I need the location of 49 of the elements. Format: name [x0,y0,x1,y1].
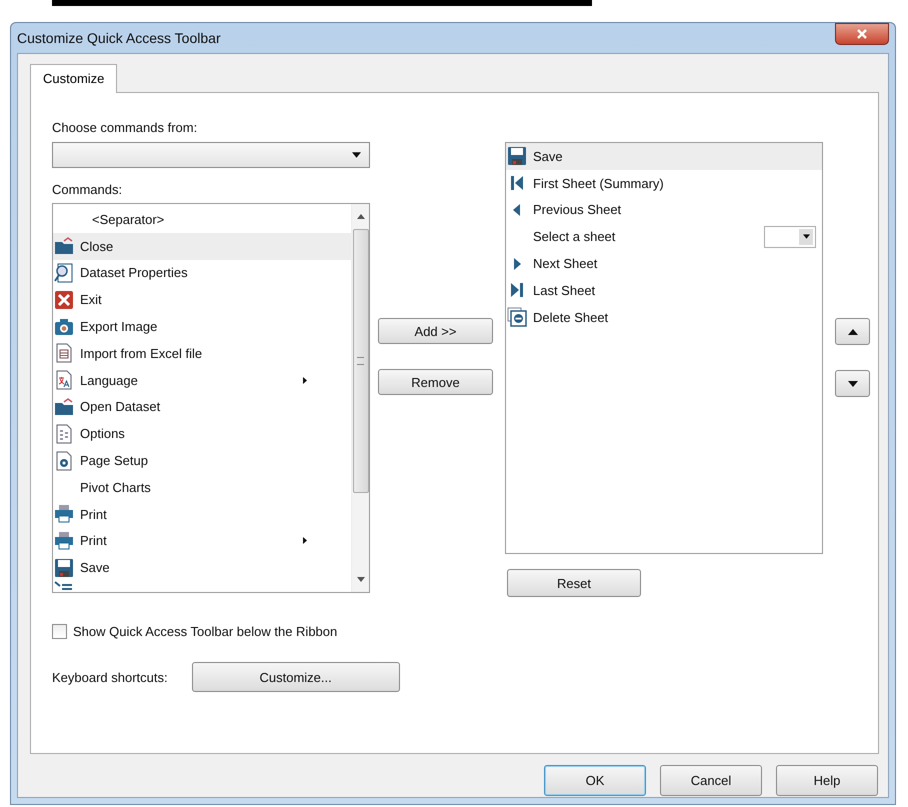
list-label: Commands: [52,182,124,197]
dialog-button[interactable]: Help [776,765,878,796]
up-triangle-icon [848,328,858,334]
dialog-button[interactable]: OK [544,765,646,796]
close-icon [856,28,868,40]
command-item[interactable]: Language [53,366,351,394]
tab[interactable]: Customize [30,64,118,93]
command-item[interactable]: Export Image [53,313,351,340]
keyboard-shortcuts-label: Keyboard shortcuts: [52,670,168,684]
folder-icon [54,396,74,417]
field-label: Choose commands from: [52,120,198,135]
checkbox-label: Show Quick Access Toolbar below the Ribbon [73,624,338,639]
checkbox[interactable] [52,624,67,639]
customize-shortcuts-button[interactable]: Customize... [192,662,400,692]
dialog-button[interactable]: Cancel [660,765,762,796]
window-title: Customize Quick Access Toolbar [17,30,221,46]
scrollbar[interactable] [351,204,369,592]
caret-icon [802,234,810,240]
caret-icon [352,152,361,158]
move-up-button[interactable] [835,318,870,345]
toolbar-command-item[interactable]: Previous Sheet [506,196,822,224]
command-item[interactable]: <Separator> [53,206,351,233]
command-item[interactable]: Exit [53,286,351,314]
commands-source-dropdown[interactable] [52,142,370,168]
move-down-button[interactable] [835,370,870,397]
move-button[interactable]: Add >> [378,318,493,344]
toolbar-command-item[interactable]: Last Sheet [506,276,822,304]
move-button[interactable]: Remove [378,369,493,395]
command-item[interactable]: Import from Excel file [53,340,351,367]
command-item[interactable]: Pivot Charts [53,474,351,501]
toolbar-command-item[interactable]: Select a sheet [506,223,822,250]
command-item[interactable]: Dataset Properties [53,260,351,286]
toolbar-command-item[interactable]: Delete Sheet [506,304,822,331]
command-item[interactable]: Print [53,500,351,528]
close-button[interactable] [835,23,889,45]
command-item[interactable]: Page Setup [53,447,351,474]
reset-button[interactable]: Reset [507,569,641,597]
folder-arrow-icon [54,236,74,256]
command-item[interactable]: Open Dataset [53,394,351,420]
command-item[interactable]: Close [53,232,351,260]
command-item[interactable]: Print [53,528,351,554]
command-item[interactable]: Save [53,554,351,582]
toolbar-command-item[interactable]: Save [506,143,822,170]
scroll-down-arrow-icon[interactable] [356,577,364,582]
command-item[interactable]: Options [53,420,351,448]
down-triangle-icon [848,380,858,386]
scroll-up-arrow-icon[interactable] [356,214,364,219]
toolbar-command-item[interactable]: First Sheet (Summary) [506,170,822,197]
toolbar-command-item[interactable]: Next Sheet [506,250,822,277]
